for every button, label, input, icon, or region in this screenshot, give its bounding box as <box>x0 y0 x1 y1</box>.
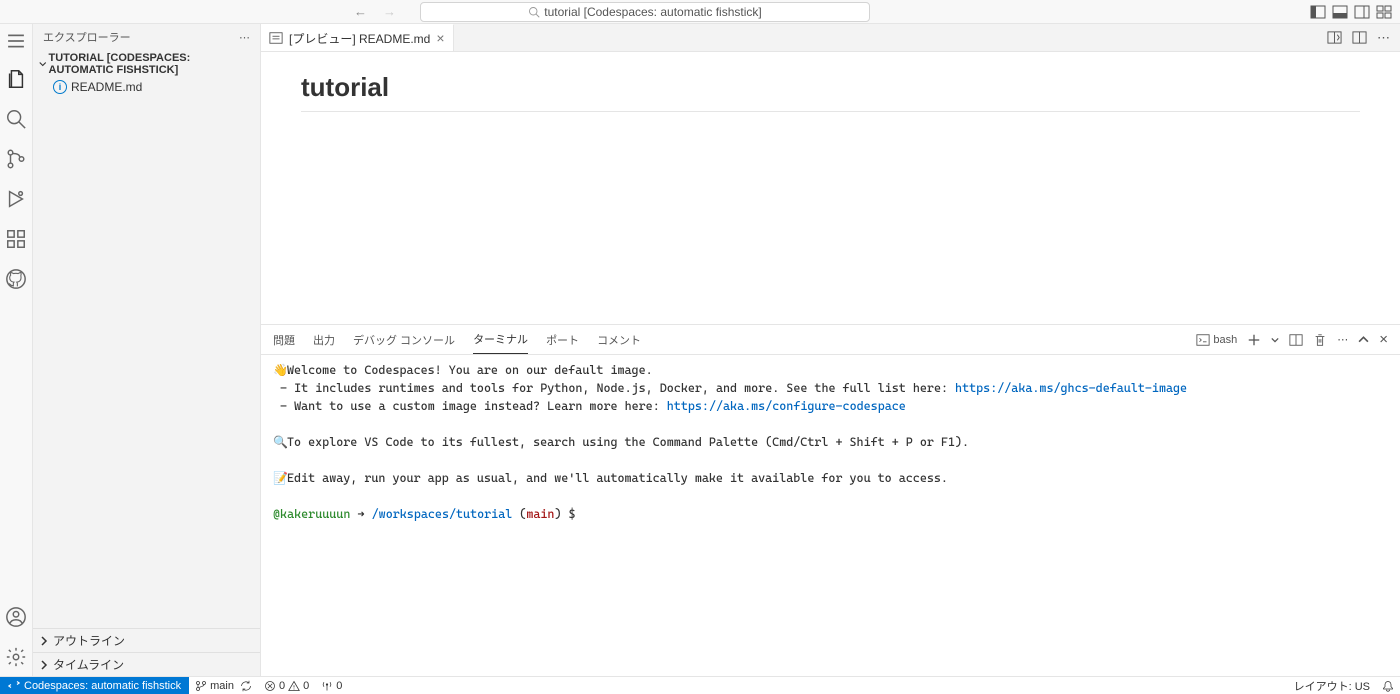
kill-terminal-icon[interactable] <box>1313 333 1327 347</box>
outline-label: アウトライン <box>53 632 125 649</box>
command-center[interactable]: tutorial [Codespaces: automatic fishstic… <box>420 2 870 22</box>
preview-icon <box>269 31 283 45</box>
sync-icon <box>240 680 252 692</box>
editor-content: tutorial <box>261 52 1400 324</box>
bottom-panel: 問題 出力 デバッグ コンソール ターミナル ポート コメント bash ⋯ <box>261 324 1400 676</box>
terminal-dropdown-icon[interactable] <box>1271 336 1279 344</box>
tab-problems[interactable]: 問題 <box>273 326 295 354</box>
tab-bar: [プレビュー] README.md × ⋯ <box>261 24 1400 52</box>
terminal-output[interactable]: 👋Welcome to Codespaces! You are on our d… <box>261 355 1400 676</box>
folder-label: TUTORIAL [CODESPACES: AUTOMATIC FISHSTIC… <box>49 52 255 76</box>
show-source-icon[interactable] <box>1327 30 1342 45</box>
notifications-indicator[interactable] <box>1376 677 1400 694</box>
chevron-down-icon <box>39 59 47 69</box>
extensions-icon[interactable] <box>5 228 27 250</box>
close-panel-icon[interactable]: × <box>1379 331 1388 348</box>
info-file-icon: i <box>53 80 67 94</box>
chevron-right-icon <box>39 636 49 646</box>
prompt-branch: main <box>526 507 554 521</box>
branch-icon <box>195 680 207 692</box>
nav-back-icon[interactable]: ← <box>350 2 371 21</box>
github-icon[interactable] <box>5 268 27 290</box>
link-default-image[interactable]: https://aka.ms/ghcs-default-image <box>955 381 1187 395</box>
timeline-label: タイムライン <box>53 656 124 673</box>
tab-more-icon[interactable]: ⋯ <box>1377 30 1390 46</box>
layout-sidebar-right-icon[interactable] <box>1354 4 1370 20</box>
magnifier-emoji: 🔍 <box>273 433 287 451</box>
wave-emoji: 👋 <box>273 361 287 379</box>
explorer-icon[interactable] <box>5 68 27 90</box>
error-icon <box>264 680 276 692</box>
outline-section[interactable]: アウトライン <box>33 628 260 652</box>
new-terminal-icon[interactable] <box>1247 333 1261 347</box>
layout-panel-icon[interactable] <box>1332 4 1348 20</box>
status-bar: Codespaces: automatic fishstick main 0 0… <box>0 676 1400 694</box>
link-configure-codespace[interactable]: https://aka.ms/configure-codespace <box>667 399 906 413</box>
accounts-icon[interactable] <box>5 606 27 628</box>
file-name: README.md <box>71 80 142 94</box>
tab-output[interactable]: 出力 <box>313 326 335 354</box>
markdown-heading: tutorial <box>301 72 1360 112</box>
bell-icon <box>1382 680 1394 692</box>
layout-sidebar-left-icon[interactable] <box>1310 4 1326 20</box>
file-item-readme[interactable]: i README.md <box>33 78 260 96</box>
tab-debug-console[interactable]: デバッグ コンソール <box>353 326 455 354</box>
warning-icon <box>288 680 300 692</box>
tab-terminal[interactable]: ターミナル <box>473 325 528 354</box>
source-control-icon[interactable] <box>5 148 27 170</box>
folder-header[interactable]: TUTORIAL [CODESPACES: AUTOMATIC FISHSTIC… <box>33 50 260 78</box>
prompt-path: /workspaces/tutorial <box>372 507 513 521</box>
settings-gear-icon[interactable] <box>5 646 27 668</box>
prompt-user: @kakeruuuun <box>273 507 350 521</box>
customize-layout-icon[interactable] <box>1376 4 1392 20</box>
split-terminal-icon[interactable] <box>1289 333 1303 347</box>
search-icon[interactable] <box>5 108 27 130</box>
tab-label: [プレビュー] README.md <box>289 30 430 47</box>
panel-tabs: 問題 出力 デバッグ コンソール ターミナル ポート コメント bash ⋯ <box>261 325 1400 355</box>
tab-comments[interactable]: コメント <box>597 326 641 354</box>
radio-tower-icon <box>321 680 333 692</box>
split-editor-icon[interactable] <box>1352 30 1367 45</box>
sidebar-more-icon[interactable]: ⋯ <box>239 31 250 44</box>
ports-indicator[interactable]: 0 <box>315 677 348 694</box>
memo-emoji: 📝 <box>273 469 287 487</box>
panel-more-icon[interactable]: ⋯ <box>1337 333 1348 346</box>
layout-indicator[interactable]: レイアウト: US <box>1288 677 1376 694</box>
sidebar-title: エクスプローラー <box>43 29 131 45</box>
titlebar: ← → tutorial [Codespaces: automatic fish… <box>0 0 1400 24</box>
problems-indicator[interactable]: 0 0 <box>258 677 315 694</box>
activity-bar <box>0 24 33 676</box>
chevron-up-icon[interactable] <box>1358 334 1369 345</box>
timeline-section[interactable]: タイムライン <box>33 652 260 676</box>
command-center-text: tutorial [Codespaces: automatic fishstic… <box>544 5 761 19</box>
branch-indicator[interactable]: main <box>189 677 258 694</box>
terminal-icon <box>1196 333 1210 347</box>
remote-indicator[interactable]: Codespaces: automatic fishstick <box>0 677 189 694</box>
search-icon <box>528 6 540 18</box>
terminal-shell-label[interactable]: bash <box>1196 333 1237 347</box>
tab-ports[interactable]: ポート <box>546 326 579 354</box>
chevron-right-icon <box>39 660 49 670</box>
menu-icon[interactable] <box>7 32 25 50</box>
tab-readme-preview[interactable]: [プレビュー] README.md × <box>261 24 454 51</box>
run-debug-icon[interactable] <box>5 188 27 210</box>
editor-area: [プレビュー] README.md × ⋯ tutorial 問題 出力 デバッ… <box>261 24 1400 676</box>
remote-icon <box>8 680 20 692</box>
explorer-sidebar: エクスプローラー ⋯ TUTORIAL [CODESPACES: AUTOMAT… <box>33 24 261 676</box>
nav-forward-icon[interactable]: → <box>379 2 400 21</box>
close-icon[interactable]: × <box>436 30 444 46</box>
